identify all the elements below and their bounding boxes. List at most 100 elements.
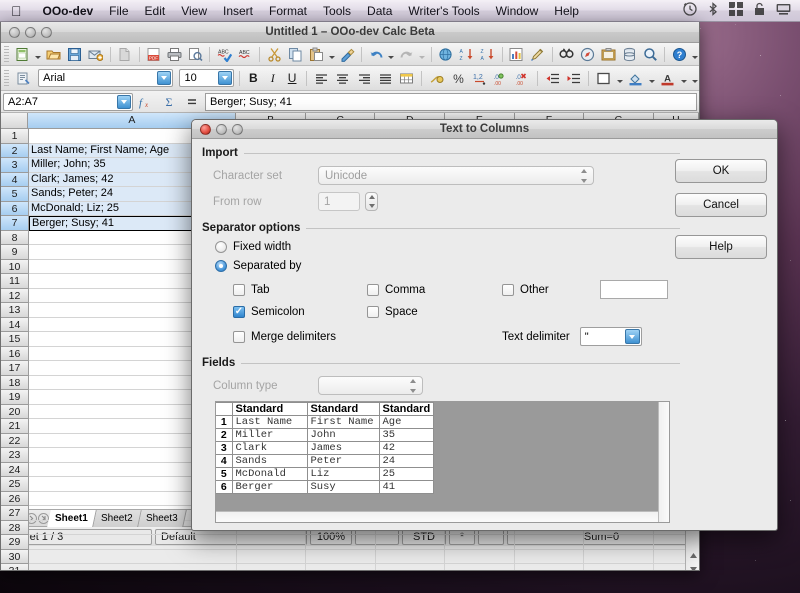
separated-by-radio-row[interactable]: Separated by [202,260,680,272]
menu-writers-tools[interactable]: Writer's Tools [400,0,487,22]
formatbar-overflow-icon[interactable] [690,69,699,88]
cell-C29[interactable] [306,535,376,550]
data-sources-icon[interactable] [619,45,639,64]
tab-checkbox-row[interactable]: Tab [233,284,367,296]
scroll-down-icon[interactable] [686,562,700,571]
comma-checkbox[interactable] [367,284,379,296]
space-checkbox[interactable] [367,306,379,318]
font-color-dropdown-icon[interactable] [680,69,689,88]
cell-C30[interactable] [306,550,376,565]
draw-functions-icon[interactable] [528,45,548,64]
cell-B30[interactable] [237,550,307,565]
sum-icon[interactable]: Σ [159,92,179,111]
row-header-6[interactable]: 6 [1,202,29,217]
find-replace-icon[interactable] [557,45,577,64]
menu-tools[interactable]: Tools [315,0,359,22]
autospellcheck-icon[interactable]: ABC [235,45,255,64]
background-color-dropdown-icon[interactable] [648,69,657,88]
fixed-width-radio[interactable] [215,241,227,253]
help-button[interactable]: Help [675,235,767,259]
row-header-3[interactable]: 3 [1,158,29,173]
increase-indent-icon[interactable] [564,69,583,88]
new-document-icon[interactable] [13,45,33,64]
lock-icon[interactable] [754,2,765,19]
sort-descending-icon[interactable]: ZA [478,45,498,64]
row-header-4[interactable]: 4 [1,173,29,188]
function-wizard-icon[interactable]: fx [136,92,156,111]
row-header-11[interactable]: 11 [1,274,29,289]
justify-icon[interactable] [376,69,395,88]
number-format-icon[interactable]: 1,2 [470,69,489,88]
row-header-7[interactable]: 7 [1,216,29,231]
save-document-icon[interactable] [65,45,85,64]
sheet-tab-sheet1[interactable]: Sheet1 [47,510,96,527]
other-checkbox[interactable] [502,284,514,296]
redo-icon[interactable] [397,45,417,64]
cut-icon[interactable] [264,45,284,64]
cell-D30[interactable] [376,550,446,565]
print-icon[interactable] [165,45,185,64]
font-name-dropdown-icon[interactable] [157,71,171,85]
cancel-button[interactable]: Cancel [675,193,767,217]
name-box-dropdown-icon[interactable] [117,95,131,109]
spaces-icon[interactable]: 4 [729,2,743,19]
row-header-16[interactable]: 16 [1,347,29,362]
semicolon-checkbox[interactable] [233,306,245,318]
font-size-dropdown-icon[interactable] [218,71,232,85]
fields-preview-table[interactable]: Standard Standard Standard 1Last NameFir… [216,402,434,494]
menu-window[interactable]: Window [488,0,547,22]
row-header-12[interactable]: 12 [1,289,29,304]
comma-checkbox-row[interactable]: Comma [367,284,502,296]
menu-data[interactable]: Data [359,0,400,22]
cell-A30[interactable] [29,550,237,565]
cell-D29[interactable] [376,535,446,550]
preview-vertical-scrollbar[interactable] [658,402,669,522]
cell-A29[interactable] [29,535,237,550]
decrease-indent-icon[interactable] [543,69,562,88]
font-name-combobox[interactable]: Arial [38,69,173,87]
row-header-17[interactable]: 17 [1,361,29,376]
cell-G31[interactable] [584,564,654,571]
borders-icon[interactable] [594,69,613,88]
window-titlebar[interactable]: Untitled 1 – OOo-dev Calc Beta [1,22,699,43]
row-header-25[interactable]: 25 [1,477,29,492]
toolbar-overflow-icon[interactable] [690,45,699,64]
semicolon-checkbox-row[interactable]: Semicolon [233,306,367,318]
copy-icon[interactable] [285,45,305,64]
clock-icon[interactable] [683,2,697,19]
bluetooth-icon[interactable] [708,2,718,19]
sheet-tab-sheet3[interactable]: Sheet3 [138,510,186,527]
other-separator-input[interactable] [600,280,668,299]
background-color-icon[interactable] [626,69,645,88]
tab-checkbox[interactable] [233,284,245,296]
merge-delimiters-checkbox[interactable] [233,331,245,343]
text-delimiter-dropdown-icon[interactable] [625,329,640,344]
paste-icon[interactable] [306,45,326,64]
name-box[interactable]: A2:A7 [3,93,133,111]
font-color-icon[interactable]: A [658,69,677,88]
apple-icon[interactable]:  [11,4,22,18]
menu-help[interactable]: Help [546,0,587,22]
row-header-9[interactable]: 9 [1,245,29,260]
row-header-8[interactable]: 8 [1,231,29,246]
toolbar-grip[interactable] [4,46,9,63]
fixed-width-radio-row[interactable]: Fixed width [202,241,680,253]
menu-app-name[interactable]: OOo-dev [35,0,102,22]
select-all-corner[interactable] [1,113,28,129]
row-header-29[interactable]: 29 [1,535,29,550]
row-header-27[interactable]: 27 [1,506,29,521]
row-header-15[interactable]: 15 [1,332,29,347]
scroll-up-icon[interactable] [686,549,700,562]
gallery-icon[interactable] [598,45,618,64]
borders-dropdown-icon[interactable] [616,69,625,88]
bold-button[interactable]: B [245,69,262,88]
row-header-2[interactable]: 2 [1,144,29,159]
row-header-30[interactable]: 30 [1,550,29,565]
other-checkbox-row[interactable]: Other [502,284,600,296]
sort-ascending-icon[interactable]: AZ [457,45,477,64]
merge-cells-icon[interactable] [397,69,416,88]
row-header-20[interactable]: 20 [1,405,29,420]
equals-icon[interactable] [182,92,202,111]
edit-file-icon[interactable] [115,45,135,64]
cell-F29[interactable] [515,535,585,550]
